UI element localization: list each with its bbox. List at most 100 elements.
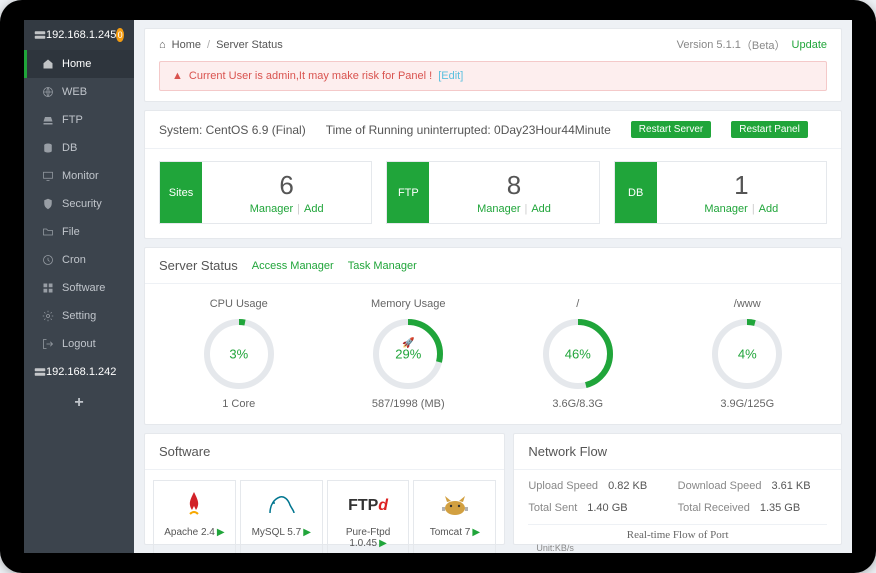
software-item[interactable]: Tomcat 7▶	[413, 480, 496, 553]
total-sent-label: Total Sent	[528, 502, 577, 514]
stat-count: 1	[665, 170, 818, 201]
section-title: Software	[159, 444, 210, 459]
mysql-icon	[245, 491, 318, 521]
add-link[interactable]: Add	[531, 203, 551, 215]
section-title: Network Flow	[528, 444, 607, 459]
add-link[interactable]: Add	[304, 203, 324, 215]
software-name: Tomcat 7▶	[418, 527, 491, 538]
breadcrumb: ⌂ Home / Server Status Version 5.1.1 （Be…	[145, 29, 841, 61]
gear-icon	[42, 310, 54, 322]
manager-link[interactable]: Manager	[704, 203, 747, 215]
alert-edit-link[interactable]: [Edit]	[438, 70, 463, 82]
total-sent-value: 1.40 GB	[587, 502, 627, 514]
access-manager-link[interactable]: Access Manager	[252, 260, 334, 272]
stat-tab: FTP	[387, 162, 429, 223]
breadcrumb-panel: ⌂ Home / Server Status Version 5.1.1 （Be…	[144, 28, 842, 102]
play-icon: ▶	[217, 527, 225, 538]
sidebar-item-label: DB	[62, 142, 77, 154]
task-manager-link[interactable]: Task Manager	[348, 260, 417, 272]
sidebar-item-setting[interactable]: Setting	[24, 302, 134, 330]
breadcrumb-home[interactable]: Home	[172, 39, 201, 51]
gauge-sub: 3.9G/125G	[668, 398, 828, 410]
breadcrumb-sep: /	[207, 39, 210, 51]
admin-warning-alert: ▲ Current User is admin,It may make risk…	[159, 61, 827, 91]
stat-tab: Sites	[160, 162, 202, 223]
version-beta: （Beta）	[741, 37, 786, 53]
add-link[interactable]: Add	[759, 203, 779, 215]
sidebar-item-label: Cron	[62, 254, 86, 266]
manager-link[interactable]: Manager	[250, 203, 293, 215]
sidebar: 192.168.1.245 0 Home WEB FTP DB Monitor …	[24, 20, 134, 553]
software-name: Apache 2.4▶	[158, 527, 231, 538]
stat-card-sites: Sites 6 Manager|Add	[159, 161, 372, 224]
software-name: MySQL 5.7▶	[245, 527, 318, 538]
host-ip: 192.168.1.245	[46, 29, 116, 41]
play-icon: ▶	[379, 538, 387, 549]
clock-icon	[42, 254, 54, 266]
sidebar-item-monitor[interactable]: Monitor	[24, 162, 134, 190]
sidebar-item-label: FTP	[62, 114, 83, 126]
restart-panel-button[interactable]: Restart Panel	[731, 121, 808, 138]
sidebar-item-logout[interactable]: Logout	[24, 330, 134, 358]
play-icon: ▶	[472, 527, 480, 538]
gauge-label: CPU Usage	[159, 298, 319, 310]
sidebar-item-security[interactable]: Security	[24, 190, 134, 218]
sidebar-item-ftp[interactable]: FTP	[24, 106, 134, 134]
sidebar-item-db[interactable]: DB	[24, 134, 134, 162]
sidebar-host-primary[interactable]: 192.168.1.245 0	[24, 20, 134, 50]
system-panel: System: CentOS 6.9 (Final) Time of Runni…	[144, 110, 842, 239]
sidebar-item-label: Home	[62, 58, 91, 70]
upload-speed-label: Upload Speed	[528, 480, 598, 492]
gauge-sub: 1 Core	[159, 398, 319, 410]
sidebar-item-file[interactable]: File	[24, 218, 134, 246]
home-icon	[42, 58, 54, 70]
host-badge: 0	[116, 28, 124, 42]
breadcrumb-current: Server Status	[216, 39, 283, 51]
folder-icon	[42, 226, 54, 238]
network-panel: Network Flow Upload Speed0.82 KB Downloa…	[513, 433, 842, 545]
ftpd-icon: FTPd	[332, 491, 405, 521]
monitor-icon	[42, 170, 54, 182]
server-status-panel: Server Status Access Manager Task Manage…	[144, 247, 842, 425]
gauge: /www 4% 3.9G/125G	[668, 298, 828, 410]
total-received-label: Total Received	[678, 502, 750, 514]
sidebar-host-secondary[interactable]: 192.168.1.242	[24, 358, 134, 386]
software-item[interactable]: Apache 2.4▶	[153, 480, 236, 553]
stat-count: 6	[210, 170, 363, 201]
manager-link[interactable]: Manager	[477, 203, 520, 215]
system-os: System: CentOS 6.9 (Final)	[159, 123, 306, 137]
gauge-percent: 3%	[229, 347, 248, 362]
sidebar-item-label: Monitor	[62, 170, 99, 182]
globe-icon	[42, 86, 54, 98]
gauge-percent: 4%	[738, 347, 757, 362]
network-chart: Real-time Flow of Port Unit:KB/s 15	[528, 524, 827, 553]
gauge: /46%3.6G/8.3G	[498, 298, 658, 410]
update-button[interactable]: Update	[792, 39, 827, 51]
sidebar-item-cron[interactable]: Cron	[24, 246, 134, 274]
gauge-label: /	[498, 298, 658, 310]
stat-card-ftp: FTP 8 Manager|Add	[386, 161, 599, 224]
host-ip: 192.168.1.242	[46, 366, 116, 378]
upload-speed-value: 0.82 KB	[608, 480, 647, 492]
server-icon	[34, 29, 46, 41]
section-title: Server Status	[159, 258, 238, 273]
server-icon	[34, 366, 46, 378]
sidebar-item-label: Security	[62, 198, 102, 210]
sidebar-item-home[interactable]: Home	[24, 50, 134, 78]
sidebar-item-web[interactable]: WEB	[24, 78, 134, 106]
gauge: Memory Usage🚀29%587/1998 (MB)	[329, 298, 489, 410]
logout-icon	[42, 338, 54, 350]
gauge-sub: 3.6G/8.3G	[498, 398, 658, 410]
software-item[interactable]: MySQL 5.7▶	[240, 480, 323, 553]
sidebar-item-label: WEB	[62, 86, 87, 98]
version-label: Version 5.1.1	[677, 39, 741, 51]
download-speed-value: 3.61 KB	[771, 480, 810, 492]
restart-server-button[interactable]: Restart Server	[631, 121, 711, 138]
software-item[interactable]: FTPdPure-Ftpd 1.0.45▶	[327, 480, 410, 553]
apache-icon	[158, 491, 231, 521]
gauge-label: /www	[668, 298, 828, 310]
add-host-button[interactable]: +	[24, 386, 134, 420]
gauge-sub: 587/1998 (MB)	[329, 398, 489, 410]
sidebar-item-software[interactable]: Software	[24, 274, 134, 302]
software-panel: Software Apache 2.4▶MySQL 5.7▶FTPdPure-F…	[144, 433, 505, 545]
